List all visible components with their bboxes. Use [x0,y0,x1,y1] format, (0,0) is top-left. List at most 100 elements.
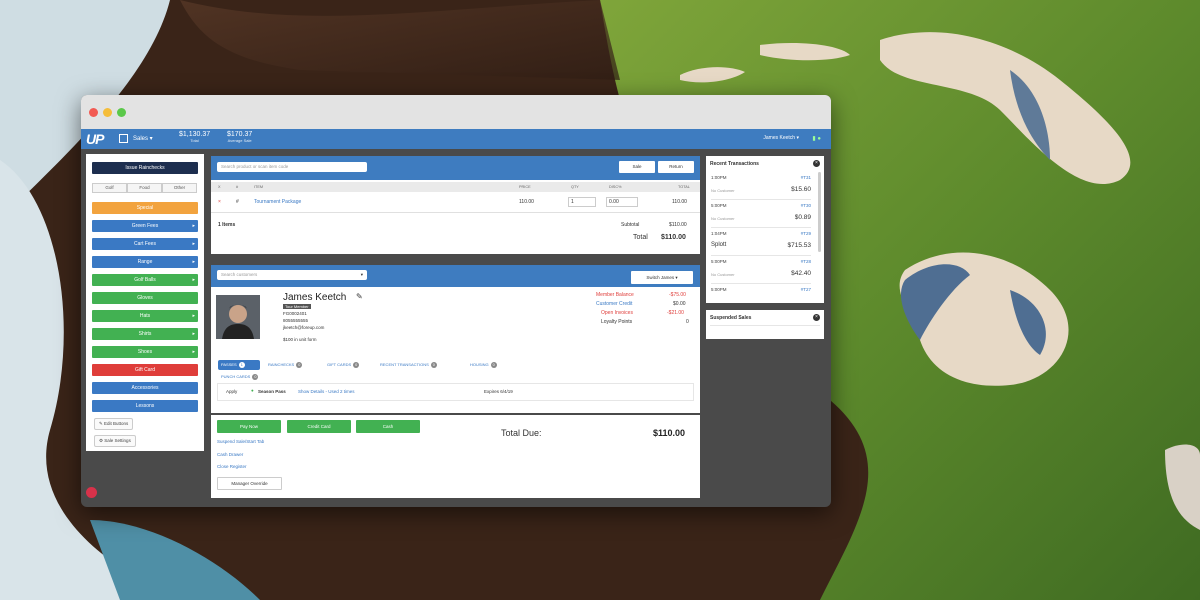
member-balance-value: -$75.00 [669,292,686,298]
range-button[interactable]: Range ▸ [92,256,198,268]
transaction-number[interactable]: #T29 [801,231,811,236]
total-due-value: $110.00 [653,428,686,438]
transaction-item[interactable]: 5:00PM #T30 No Customer $0.89 [711,200,811,228]
tab-housing[interactable]: HOUSING 0 [467,360,497,370]
sale-settings-label: Sale Settings [104,438,131,443]
accessories-button[interactable]: Accessories [92,382,198,394]
check-icon: ● [251,388,254,393]
chevron-right-icon: ▸ [192,259,195,265]
golf-balls-button[interactable]: Golf Balls ▸ [92,274,198,286]
transaction-amount: $715.53 [787,242,812,249]
transaction-time: 1:04PM [711,231,727,236]
tab-recent-transactions[interactable]: RECENT TRANSACTIONS 0 [377,360,437,370]
customer-name: James Keetch [283,292,347,303]
tab-gift-cards[interactable]: GIFT CARDS 0 [324,360,360,370]
transaction-time: 5:00PM [711,259,727,264]
recent-transactions-title: Recent Transactions [710,161,759,167]
gloves-button[interactable]: Gloves [92,292,198,304]
shoes-button[interactable]: Shoes ▸ [92,346,198,358]
user-menu[interactable]: James Keetch ▾ [763,135,799,141]
tab-gift-cards-count: 0 [353,362,360,368]
gift-card-button[interactable]: Gift Card [92,364,198,376]
loyalty-points-value: 0 [686,319,689,325]
customer-panel: Search customers ▾ Switch James ▾ James … [211,265,700,413]
header-remove: X [218,185,221,189]
edit-buttons-button[interactable]: ✎ Edit Buttons [94,418,134,430]
item-name-link[interactable]: Tournament Package [254,199,301,205]
cart-fees-button[interactable]: Cart Fees ▸ [92,238,198,250]
divider [211,212,700,213]
close-window-button[interactable] [89,108,98,117]
gift-card-label: Gift Card [134,367,155,373]
transaction-number[interactable]: #T28 [801,259,811,264]
pass-details-link[interactable]: Show Details - Used 2 times [298,389,355,394]
remove-item-icon[interactable]: × [218,199,221,205]
transaction-number[interactable]: #T27 [801,287,811,292]
transaction-number[interactable]: #T30 [801,203,811,208]
payment-panel: Pay Now Credit Card Cash Suspend Sale/St… [211,415,700,498]
customer-search-input[interactable]: Search customers ▾ [217,270,367,280]
hats-button[interactable]: Hats ▸ [92,310,198,322]
special-button[interactable]: Special [92,202,198,214]
shoes-label: Shoes [137,349,153,355]
switch-customer-button[interactable]: Switch James ▾ [631,271,693,284]
transaction-item[interactable]: 5:00PM #T27 [711,284,811,303]
segment-golf[interactable]: Golf [92,183,127,193]
apply-pass-button[interactable]: Apply [226,389,237,394]
item-discount-input[interactable]: 0.00 [606,197,638,207]
transaction-time: 1:00PM [711,175,727,180]
tab-rainchecks[interactable]: RAINCHECKS 0 [265,360,303,370]
stat-average: $170.37 Average Sale [227,131,252,143]
chevron-right-icon: ▸ [192,241,195,247]
return-mode-button[interactable]: Return [658,161,694,173]
suspended-sales-panel: Suspended Sales × [706,310,824,339]
pencil-icon[interactable]: ✎ [356,292,363,301]
tab-punch-cards[interactable]: PUNCH CARDS 0 [218,372,259,382]
suspend-sale-link[interactable]: Suspend Sale/Start Tab [217,439,264,444]
segment-other[interactable]: Other [162,183,197,193]
tab-passes[interactable]: PASSES 1 [218,360,260,370]
menu-grid-icon[interactable] [119,134,128,143]
close-icon[interactable]: × [813,160,820,167]
product-search-input[interactable]: Search product or scan item code [217,162,367,172]
chevron-right-icon: ▸ [192,349,195,355]
total-label: Total [633,234,648,241]
customer-credit-label: Customer Credit [596,301,633,307]
cash-button[interactable]: Cash [356,420,420,433]
minimize-window-button[interactable] [103,108,112,117]
tab-housing-count: 0 [490,362,497,368]
status-icons: ▮ ● [812,136,821,142]
close-register-link[interactable]: Close Register [217,464,247,469]
customer-number: FG0002401 [283,311,307,316]
total-due-label: Total Due: [501,428,542,438]
customer-avatar [216,295,260,339]
transaction-item[interactable]: 1:04PM #T29 Splott $715.53 [711,228,811,256]
quick-buttons-panel: Issue Rainchecks Golf Food Other Special… [86,154,204,451]
chevron-down-icon: ▾ [360,272,363,277]
credit-card-button[interactable]: Credit Card [287,420,351,433]
close-icon[interactable]: × [813,314,820,321]
gloves-label: Gloves [137,295,153,301]
shirts-button[interactable]: Shirts ▸ [92,328,198,340]
segment-food[interactable]: Food [127,183,162,193]
pay-now-button[interactable]: Pay Now [217,420,281,433]
module-menu[interactable]: Sales ▾ [133,135,153,142]
transaction-item[interactable]: 5:00PM #T28 No Customer $42.40 [711,256,811,284]
issue-rainchecks-button[interactable]: Issue Rainchecks [92,162,198,174]
green-fees-button[interactable]: Green Fees ▸ [92,220,198,232]
sale-settings-button[interactable]: ⚙ Sale Settings [94,435,136,447]
cash-drawer-link[interactable]: Cash Drawer [217,452,243,457]
item-qty-input[interactable]: 1 [568,197,596,207]
transaction-number[interactable]: #T31 [801,175,811,180]
cart-fees-label: Cart Fees [134,241,156,247]
scrollbar[interactable] [818,172,821,252]
transaction-item[interactable]: 1:00PM #T31 No Customer $15.60 [711,172,811,200]
customer-email: jkeetch@foreup.com [283,325,325,330]
maximize-window-button[interactable] [117,108,126,117]
help-icon[interactable] [86,487,97,498]
chevron-right-icon: ▸ [192,331,195,337]
lessons-button[interactable]: Lessons [92,400,198,412]
manager-override-button[interactable]: Manager Override [217,477,282,490]
pass-row: Apply ● Season Pass Show Details - Used … [217,383,694,401]
sale-mode-button[interactable]: Sale [619,161,655,173]
